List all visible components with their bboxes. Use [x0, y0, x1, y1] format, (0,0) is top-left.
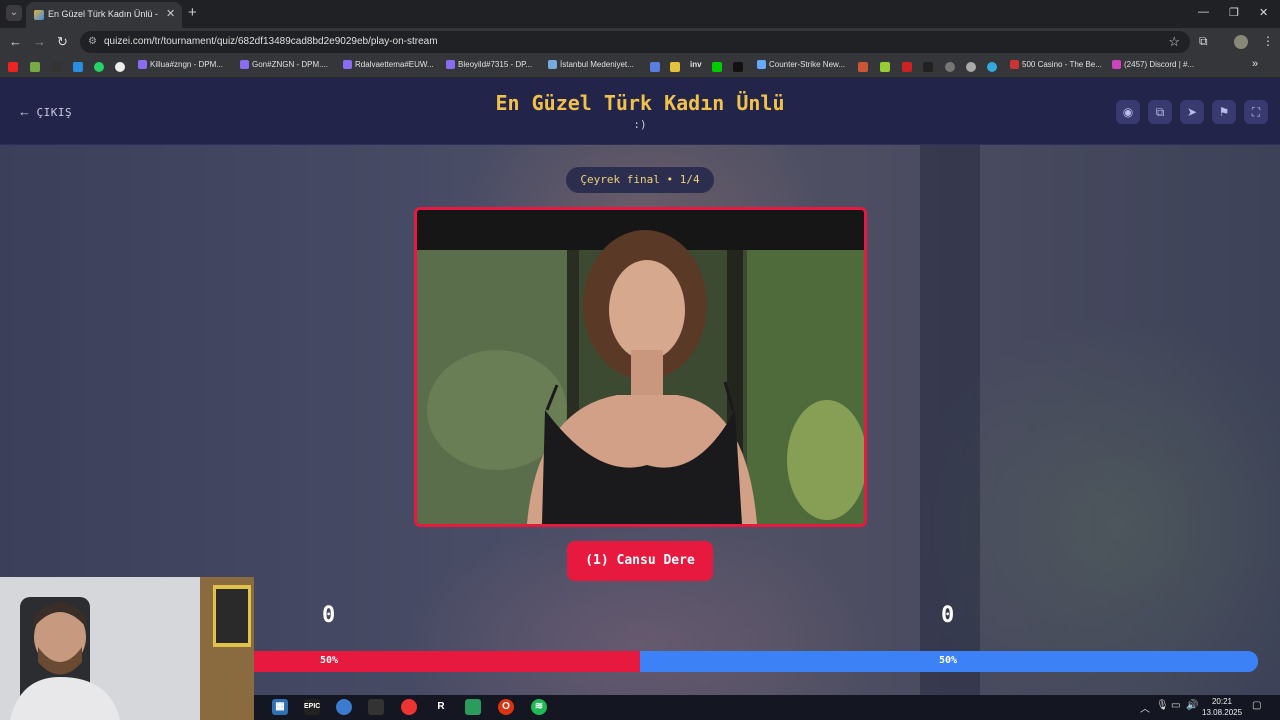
candidate-photo [417, 210, 864, 524]
candidate-image[interactable] [414, 207, 867, 527]
bookmark-gon[interactable]: Gon#ZNGN - DPM.... [240, 60, 328, 74]
url-text: quizei.com/tr/tournament/quiz/682df13489… [104, 36, 438, 47]
bookmark-icon[interactable] [52, 62, 62, 72]
whatsapp-bookmark-icon[interactable] [94, 62, 104, 72]
tray-chevron-icon[interactable]: ︿ [1140, 700, 1150, 715]
bookmark-icon[interactable] [73, 62, 83, 72]
eye-icon[interactable]: ◉ [1116, 100, 1140, 124]
close-tab-icon[interactable]: ✕ [166, 7, 175, 20]
send-icon[interactable]: ➤ [1180, 100, 1204, 124]
profile-avatar[interactable] [1234, 35, 1248, 49]
bookmark-icon[interactable] [115, 62, 125, 72]
address-bar[interactable]: ⚙ quizei.com/tr/tournament/quiz/682df134… [80, 31, 1190, 53]
left-percent-label: 50% [320, 655, 339, 666]
tab-search-icon[interactable]: ⌄ [6, 5, 22, 21]
bookmark-killua[interactable]: Killua#zngn - DPM... [138, 60, 223, 74]
close-window-icon[interactable]: ✕ [1259, 6, 1268, 19]
tab-title: En Güzel Türk Kadın Ünlü - Quiz [48, 9, 160, 19]
app-icon[interactable] [368, 699, 384, 715]
bookmarks-bar: Killua#zngn - DPM... Gon#ZNGN - DPM.... … [0, 56, 1280, 78]
bookmark-icon[interactable] [923, 62, 933, 72]
site-favicon-icon [34, 10, 44, 20]
back-icon[interactable]: ← [9, 34, 22, 49]
taskbar-clock[interactable]: 20:21 13.08.2025 [1202, 696, 1242, 718]
youtube-bookmark-icon[interactable] [8, 62, 18, 72]
bookmark-icon[interactable] [880, 62, 890, 72]
quiz-title: En Güzel Türk Kadın Ünlü [495, 91, 785, 115]
volume-icon[interactable]: 🔊 [1186, 700, 1198, 711]
bookmark-istanbul-medeniyet[interactable]: İstanbul Medeniyet... [548, 60, 634, 74]
bookmark-discord[interactable]: (2457) Discord | #... [1112, 60, 1194, 74]
clock-date: 13.08.2025 [1202, 708, 1243, 717]
calculator-icon[interactable]: ▦ [272, 699, 288, 715]
windows-taskbar: ▦ EPIC R O ≋ ︿ 🎙 ▭ 🔊 20:21 13.08.2025 ▢ [254, 695, 1280, 720]
bookmark-icon[interactable] [987, 62, 997, 72]
exit-label: ÇIKIŞ [36, 106, 73, 119]
bookmark-star-icon[interactable]: ☆ [1168, 34, 1180, 50]
microphone-icon[interactable]: 🎙 [1156, 700, 1169, 711]
app-icon[interactable] [465, 699, 481, 715]
quiz-header: ← ÇIKIŞ En Güzel Türk Kadın Ünlü :) ◉ ⧉ ➤… [0, 78, 1280, 145]
share-icon[interactable]: ⧉ [1148, 100, 1172, 124]
minimize-icon[interactable]: — [1198, 6, 1209, 18]
streamer-webcam-image [0, 577, 254, 720]
menu-dots-icon[interactable]: ⋮ [1262, 34, 1274, 48]
vote-bar-left [254, 651, 640, 672]
more-bookmarks-icon[interactable]: » [1252, 58, 1258, 72]
quiz-subtitle: :) [633, 118, 647, 131]
bookmark-icon[interactable] [902, 62, 912, 72]
bookmark-500-casino[interactable]: 500 Casino - The Be... [1010, 60, 1102, 74]
epic-icon[interactable]: EPIC [304, 699, 320, 715]
exit-button[interactable]: ← ÇIKIŞ [18, 104, 72, 119]
bookmark-icon[interactable] [30, 62, 40, 72]
bookmark-icon[interactable] [945, 62, 955, 72]
bookmark-counter-strike[interactable]: Counter-Strike New... [757, 60, 845, 74]
browser-toolbar: ← → ↻ ⚙ quizei.com/tr/tournament/quiz/68… [0, 28, 1280, 56]
reload-icon[interactable]: ↻ [57, 34, 68, 50]
network-icon[interactable]: ▭ [1171, 700, 1180, 711]
site-info-icon[interactable]: ⚙ [88, 36, 97, 47]
bookmark-icon[interactable] [650, 62, 660, 72]
browser-tab-bar: ⌄ En Güzel Türk Kadın Ünlü - Quiz ✕ + — … [0, 0, 1280, 28]
bookmark-icon[interactable] [712, 62, 722, 72]
fullscreen-icon[interactable]: ⛶ [1244, 100, 1268, 124]
bookmark-inv[interactable]: inv [690, 60, 702, 74]
opera-icon[interactable]: O [498, 699, 514, 715]
restore-icon[interactable]: ❐ [1229, 6, 1239, 19]
r-app-icon[interactable]: R [433, 699, 449, 715]
candidate-select-button[interactable]: (1) Cansu Dere [567, 541, 713, 581]
bookmark-bleoyild[interactable]: Bleoyild#7315 - DP... [446, 60, 532, 74]
right-percent-label: 50% [939, 655, 958, 666]
vote-bar: 50% 50% [254, 651, 1258, 672]
flag-icon[interactable]: ⚑ [1212, 100, 1236, 124]
round-indicator: Çeyrek final • 1/4 [566, 167, 714, 193]
new-tab-icon[interactable]: + [188, 4, 197, 21]
clock-time: 20:21 [1211, 697, 1233, 706]
extensions-icon[interactable]: ⧉ [1199, 34, 1208, 49]
spotify-icon[interactable]: ≋ [531, 699, 547, 715]
browser-tab[interactable]: En Güzel Türk Kadın Ünlü - Quiz ✕ [26, 2, 182, 28]
forward-icon[interactable]: → [33, 34, 46, 49]
arrow-left-icon: ← [18, 104, 32, 119]
x-bookmark-icon[interactable] [733, 62, 743, 72]
webcam-overlay [0, 577, 254, 720]
bookmark-icon[interactable] [858, 62, 868, 72]
right-score: 0 [941, 603, 955, 628]
bookmark-icon[interactable] [966, 62, 976, 72]
left-score: 0 [322, 603, 336, 628]
app-icon[interactable] [401, 699, 417, 715]
app-icon[interactable] [336, 699, 352, 715]
bookmark-icon[interactable] [670, 62, 680, 72]
bookmark-rdalvaettema[interactable]: Rdalvaettema#EUW... [343, 60, 434, 74]
notifications-icon[interactable]: ▢ [1252, 700, 1261, 711]
